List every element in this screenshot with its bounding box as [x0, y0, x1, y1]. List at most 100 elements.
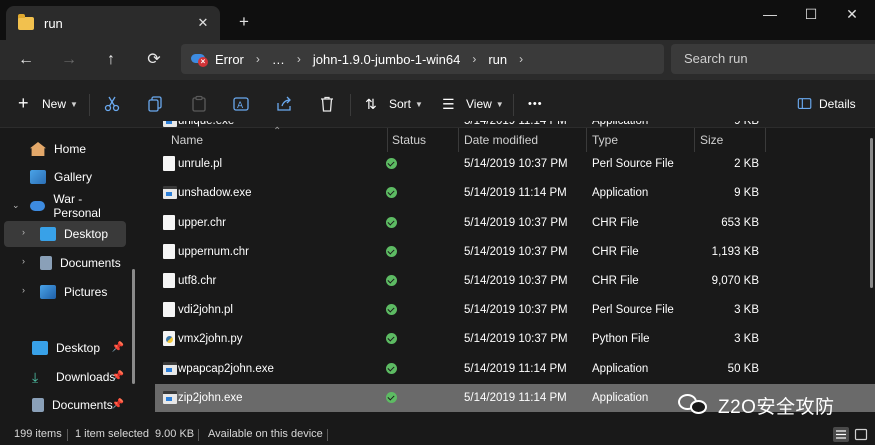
- status-available-icon: [386, 245, 397, 257]
- file-size: 9,070 KB: [711, 275, 759, 287]
- refresh-button[interactable]: ⟳: [141, 48, 167, 72]
- breadcrumb-overflow[interactable]: …: [272, 52, 285, 67]
- sort-icon: ⇅: [365, 96, 377, 112]
- file-row[interactable]: uppernum.chr 5/14/2019 10:37 PM CHR File 1,…: [155, 238, 875, 266]
- sidebar-item-home[interactable]: Home: [30, 136, 130, 162]
- file-row[interactable]: unrule.pl 5/14/2019 10:37 PM Perl Source F…: [155, 150, 875, 178]
- details-pane-button[interactable]: Details: [797, 92, 856, 116]
- trash-icon: [321, 96, 333, 112]
- file-date: 5/14/2019 11:14 PM: [464, 391, 567, 404]
- view-button[interactable]: ☰ View ▼: [442, 92, 504, 116]
- pin-icon: 📌: [111, 342, 124, 353]
- sidebar-label: Documents: [60, 256, 121, 270]
- sidebar-scrollbar[interactable]: [132, 269, 135, 384]
- title-bar: run ✕ + — ☐ ✕: [0, 0, 875, 40]
- new-label: New: [42, 97, 67, 111]
- gallery-icon: [30, 170, 46, 184]
- file-type: Perl Source File: [592, 304, 674, 317]
- file-list-scrollbar[interactable]: [870, 138, 873, 288]
- new-tab-button[interactable]: +: [234, 12, 254, 32]
- minimize-button[interactable]: —: [753, 4, 787, 26]
- sidebar-item-documents[interactable]: Documents: [40, 250, 130, 276]
- chevron-down-icon[interactable]: ⌄: [12, 200, 20, 211]
- rename-button[interactable]: A: [232, 92, 256, 116]
- search-input[interactable]: Search run: [671, 44, 875, 74]
- desktop-folder-icon: [40, 227, 56, 241]
- navigation-pane: Home Gallery ⌄ War - Personal › Desktop …: [0, 128, 142, 424]
- file-list: ⌃ Name Status Date modified Type Size un…: [143, 121, 875, 424]
- file-size: 9 KB: [734, 121, 759, 127]
- chevron-right-icon[interactable]: ›: [472, 52, 476, 66]
- selection-size: 9.00 KB: [155, 428, 195, 440]
- file-name: wpapcap2john.exe: [178, 362, 274, 375]
- sidebar-label: Desktop: [64, 227, 109, 241]
- tab-title: run: [44, 15, 63, 31]
- up-button[interactable]: ↑: [98, 48, 124, 72]
- sidebar-item-gallery[interactable]: Gallery: [30, 164, 130, 190]
- sidebar-item-desktop[interactable]: › Desktop: [4, 221, 126, 247]
- details-label: Details: [819, 97, 856, 111]
- breadcrumb-run[interactable]: run: [488, 52, 507, 67]
- details-view-button[interactable]: [833, 427, 849, 442]
- file-name: unique.exe: [178, 121, 235, 127]
- chevron-down-icon: ▼: [415, 99, 423, 109]
- file-size: 50 KB: [727, 362, 759, 375]
- status-available-icon: [386, 391, 397, 403]
- file-type: Application: [592, 187, 649, 200]
- tab-run[interactable]: run ✕: [6, 6, 220, 40]
- copy-icon: [148, 96, 162, 112]
- chevron-right-icon[interactable]: ›: [22, 227, 25, 237]
- divider: [198, 429, 199, 441]
- paste-button[interactable]: [190, 92, 214, 116]
- file-row[interactable]: vmx2john.py 5/14/2019 10:37 PM Python File…: [155, 325, 875, 353]
- file-icon: [163, 302, 175, 318]
- address-bar[interactable]: × Error › … › john-1.9.0-jumbo-1-win64 ›…: [181, 44, 664, 74]
- close-tab-icon[interactable]: ✕: [194, 14, 212, 32]
- documents-icon: [40, 256, 52, 270]
- close-window-button[interactable]: ✕: [835, 4, 869, 26]
- file-row[interactable]: wpapcap2john.exe 5/14/2019 11:14 PM Applic…: [155, 355, 875, 383]
- divider: [513, 94, 514, 116]
- breadcrumb-error[interactable]: Error: [215, 52, 244, 67]
- chevron-right-icon[interactable]: ›: [256, 52, 260, 66]
- file-row[interactable]: unshadow.exe 5/14/2019 11:14 PM Applicatio…: [155, 179, 875, 207]
- item-count: 199 items: [14, 428, 62, 440]
- chevron-right-icon[interactable]: ›: [22, 285, 25, 295]
- status-available-icon: [386, 362, 397, 374]
- divider: [350, 94, 351, 116]
- new-button[interactable]: + New ▼: [18, 92, 78, 116]
- copy-button[interactable]: [146, 92, 170, 116]
- maximize-button[interactable]: ☐: [794, 4, 828, 26]
- file-date: 5/14/2019 10:37 PM: [464, 275, 568, 287]
- share-button[interactable]: [275, 92, 299, 116]
- back-button[interactable]: ←: [13, 48, 39, 72]
- forward-button[interactable]: →: [56, 48, 82, 72]
- file-row[interactable]: utf8.chr 5/14/2019 10:37 PM CHR File 9,070 …: [155, 267, 875, 295]
- sort-label: Sort: [389, 97, 412, 111]
- sort-button[interactable]: ⇅ Sort ▼: [365, 92, 423, 116]
- sidebar-item-onedrive[interactable]: War - Personal: [30, 192, 130, 220]
- file-date: 5/14/2019 11:14 PM: [464, 187, 567, 200]
- chevron-right-icon[interactable]: ›: [519, 52, 523, 66]
- share-icon: [277, 96, 291, 111]
- details-view-icon: [836, 430, 846, 439]
- file-row[interactable]: unique.exe 5/14/2019 11:14 PM Application 9…: [155, 121, 875, 139]
- breadcrumb-john[interactable]: john-1.9.0-jumbo-1-win64: [313, 52, 460, 67]
- file-row[interactable]: vdi2john.pl 5/14/2019 10:37 PM Perl Source…: [155, 296, 875, 324]
- chevron-down-icon: ▼: [495, 99, 504, 109]
- application-icon: [163, 361, 177, 375]
- sidebar-item-pictures[interactable]: Pictures: [40, 279, 130, 305]
- status-bar: 199 items 1 item selected 9.00 KB Availa…: [0, 424, 875, 445]
- download-icon: ⤓: [32, 369, 39, 385]
- chevron-right-icon[interactable]: ›: [297, 52, 301, 66]
- delete-button[interactable]: [318, 92, 342, 116]
- more-options-button[interactable]: •••: [528, 92, 543, 116]
- file-date: 5/14/2019 11:14 PM: [464, 362, 567, 375]
- file-type: Python File: [592, 333, 650, 346]
- cut-button[interactable]: [103, 92, 127, 116]
- tiles-view-button[interactable]: [853, 427, 869, 442]
- chevron-right-icon[interactable]: ›: [22, 256, 25, 266]
- pin-icon: 📌: [111, 399, 124, 410]
- file-row[interactable]: upper.chr 5/14/2019 10:37 PM CHR File 653 K…: [155, 209, 875, 237]
- documents-icon: [32, 398, 44, 412]
